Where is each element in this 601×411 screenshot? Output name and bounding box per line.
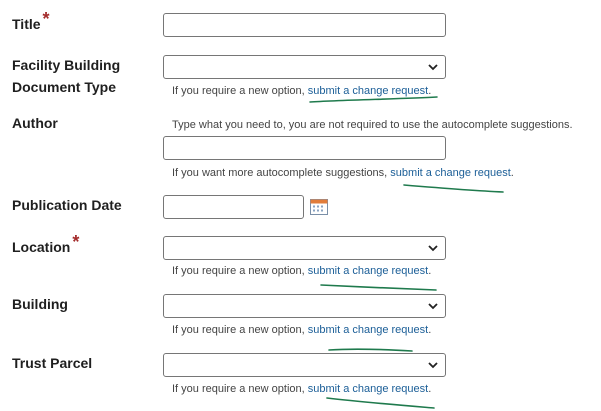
annotation-underline: [320, 284, 437, 291]
title-label-text: Title: [12, 16, 41, 32]
doc-type-label-line2: Document Type: [12, 79, 116, 95]
help-text: If you require a new option,: [172, 85, 308, 97]
annotation-underline: [403, 184, 504, 193]
building-help: If you require a new option, submit a ch…: [172, 323, 431, 337]
location-help: If you require a new option, submit a ch…: [172, 264, 431, 278]
change-request-link[interactable]: submit a change request: [390, 167, 510, 179]
trust-parcel-help: If you require a new option, submit a ch…: [172, 382, 431, 396]
change-request-link[interactable]: submit a change request: [308, 383, 428, 395]
annotation-underline: [326, 397, 435, 409]
location-label-text: Location: [12, 239, 71, 255]
doc-type-help: If you require a new option, submit a ch…: [172, 84, 431, 98]
author-label: Author: [12, 115, 58, 131]
chevron-down-icon: [428, 245, 438, 252]
publication-date-label: Publication Date: [12, 197, 122, 213]
author-instruction: Type what you need to, you are not requi…: [172, 119, 573, 131]
help-suffix: .: [428, 324, 432, 336]
help-suffix: .: [428, 265, 432, 277]
help-suffix: .: [428, 85, 432, 97]
doc-type-label-line1: Facility Building: [12, 57, 121, 73]
doc-type-select[interactable]: [163, 55, 446, 79]
help-text: If you require a new option,: [172, 265, 308, 277]
help-text: If you want more autocomplete suggestion…: [172, 167, 391, 179]
publication-date-input[interactable]: [163, 195, 304, 219]
location-label: Location *: [12, 232, 80, 258]
trust-parcel-select[interactable]: [163, 353, 446, 377]
annotation-underline: [328, 348, 413, 352]
calendar-icon[interactable]: [310, 198, 328, 215]
help-text: If you require a new option,: [172, 383, 308, 395]
chevron-down-icon: [428, 362, 438, 369]
doc-type-label: Facility Building Document Type: [12, 54, 120, 98]
change-request-link[interactable]: submit a change request: [308, 324, 428, 336]
author-input[interactable]: [163, 136, 446, 160]
help-suffix: .: [510, 167, 514, 179]
trust-parcel-label: Trust Parcel: [12, 355, 93, 371]
title-label: Title *: [12, 9, 50, 35]
change-request-link[interactable]: submit a change request: [308, 265, 428, 277]
building-select[interactable]: [163, 294, 446, 318]
help-suffix: .: [428, 383, 432, 395]
required-asterisk: *: [72, 232, 80, 252]
location-select[interactable]: [163, 236, 446, 260]
help-text: If you require a new option,: [172, 324, 308, 336]
required-asterisk: *: [42, 9, 50, 29]
building-label: Building: [12, 296, 68, 312]
change-request-link[interactable]: submit a change request: [308, 85, 428, 97]
title-input[interactable]: [163, 13, 446, 37]
chevron-down-icon: [428, 303, 438, 310]
author-help: If you want more autocomplete suggestion…: [172, 166, 514, 180]
chevron-down-icon: [428, 64, 438, 71]
